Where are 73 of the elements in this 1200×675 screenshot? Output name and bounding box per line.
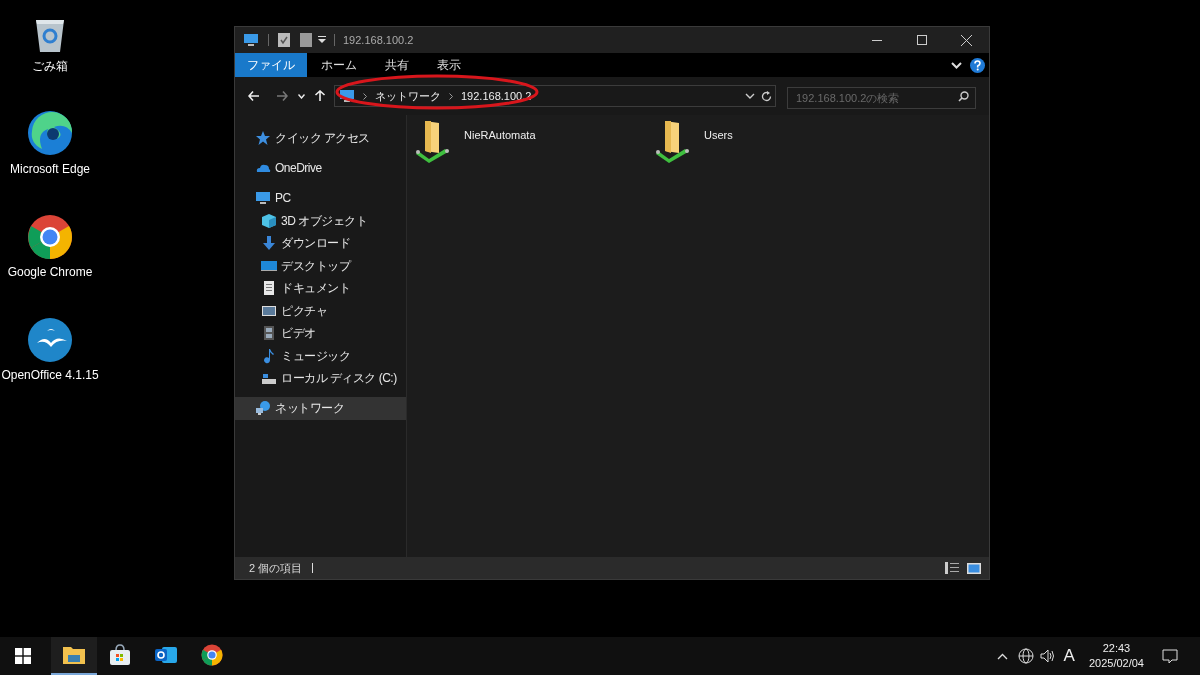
breadcrumb-item[interactable]: 192.168.100.2: [461, 87, 532, 105]
desktop-shortcut[interactable]: ごみ箱: [0, 6, 100, 75]
refresh-icon[interactable]: [761, 90, 772, 102]
large-icons-view-icon[interactable]: [967, 562, 981, 574]
sidebar-item[interactable]: ドキュメント: [235, 277, 406, 300]
shopping-bag-icon[interactable]: [109, 644, 131, 666]
folder-item[interactable]: NieRAutomata: [415, 119, 655, 163]
edge-logo-icon: [26, 109, 74, 157]
ribbon-tab[interactable]: ファイル: [235, 53, 307, 77]
forward-arrow-icon[interactable]: [276, 90, 288, 102]
film-icon: [261, 325, 277, 342]
recent-caret-icon[interactable]: [298, 93, 305, 99]
document-icon: [261, 280, 277, 297]
minimize-icon: [871, 39, 882, 41]
chrome-logo-icon[interactable]: [201, 644, 223, 666]
up-arrow-icon[interactable]: [314, 90, 326, 102]
sidebar-item[interactable]: デスクトップ: [235, 254, 406, 277]
sidebar-item[interactable]: ピクチャ: [235, 299, 406, 322]
down-arrow-icon: [261, 235, 277, 252]
dropdown-icon[interactable]: [318, 36, 326, 44]
window-title: 192.168.100.2: [343, 32, 414, 48]
sidebar-item[interactable]: 3D オブジェクト: [235, 209, 406, 232]
chrome-logo-icon: [27, 214, 73, 260]
close-icon: [961, 34, 972, 46]
desktop-shortcut[interactable]: Google Chrome: [0, 212, 100, 281]
back-arrow-icon[interactable]: [248, 90, 260, 102]
sidebar-item[interactable]: PC: [235, 187, 406, 210]
shared-folder-icon: [415, 119, 451, 163]
ribbon-tab[interactable]: 表示: [423, 53, 475, 77]
sidebar-item[interactable]: ネットワーク: [235, 397, 406, 420]
chevron-icon: [449, 92, 453, 100]
search-field[interactable]: 192.168.100.2の検索: [787, 87, 976, 109]
notification-icon[interactable]: [1162, 648, 1178, 664]
sidebar-item[interactable]: ローカル ディスク (C:): [235, 367, 406, 390]
folder-icon[interactable]: [62, 645, 86, 665]
chevron-icon: [363, 92, 367, 100]
sidebar-item[interactable]: OneDrive: [235, 157, 406, 180]
network-icon: [255, 400, 271, 417]
search-icon: [958, 90, 969, 102]
sidebar-item[interactable]: ミュージック: [235, 344, 406, 367]
music-note-icon: [261, 347, 277, 364]
expand-ribbon-icon[interactable]: [951, 61, 962, 69]
cube-icon: [261, 212, 277, 229]
properties-icon[interactable]: [278, 33, 290, 47]
maximize-icon: [916, 35, 927, 45]
caret-up-icon[interactable]: [996, 652, 1008, 660]
item-count: 2 個の項目: [249, 560, 303, 576]
monitor-icon: [243, 32, 259, 48]
mail-app-icon[interactable]: [154, 644, 178, 666]
globe-icon[interactable]: [1017, 648, 1034, 664]
folder-item[interactable]: Users: [655, 119, 895, 163]
desktop-shortcut[interactable]: OpenOffice 4.1.15: [0, 315, 100, 384]
ribbon-tab[interactable]: ホーム: [307, 53, 371, 77]
windows-start-icon[interactable]: [15, 648, 31, 664]
speaker-icon[interactable]: [1039, 649, 1056, 663]
star-icon: [255, 130, 271, 147]
help-icon[interactable]: [970, 57, 985, 73]
monitor-icon: [339, 88, 355, 104]
monitor-icon: [255, 190, 271, 207]
taskbar-button[interactable]: [51, 637, 97, 675]
sidebar-item[interactable]: ダウンロード: [235, 232, 406, 255]
sidebar-item[interactable]: クイック アクセス: [235, 127, 406, 150]
gulls-logo-icon: [27, 317, 73, 363]
address-bar[interactable]: ネットワーク 192.168.100.2: [334, 85, 776, 107]
desktop-shortcut[interactable]: Microsoft Edge: [0, 109, 100, 178]
sidebar-item[interactable]: ビデオ: [235, 322, 406, 345]
clock[interactable]: 22:43 2025/02/04: [1088, 641, 1144, 671]
input-mode-indicator[interactable]: A: [1063, 643, 1075, 669]
dropdown-icon[interactable]: [745, 93, 755, 99]
breadcrumb-item[interactable]: ネットワーク: [375, 87, 441, 105]
shared-folder-icon: [655, 119, 691, 163]
details-view-icon[interactable]: [945, 562, 959, 574]
ribbon-tab[interactable]: 共有: [371, 53, 423, 77]
